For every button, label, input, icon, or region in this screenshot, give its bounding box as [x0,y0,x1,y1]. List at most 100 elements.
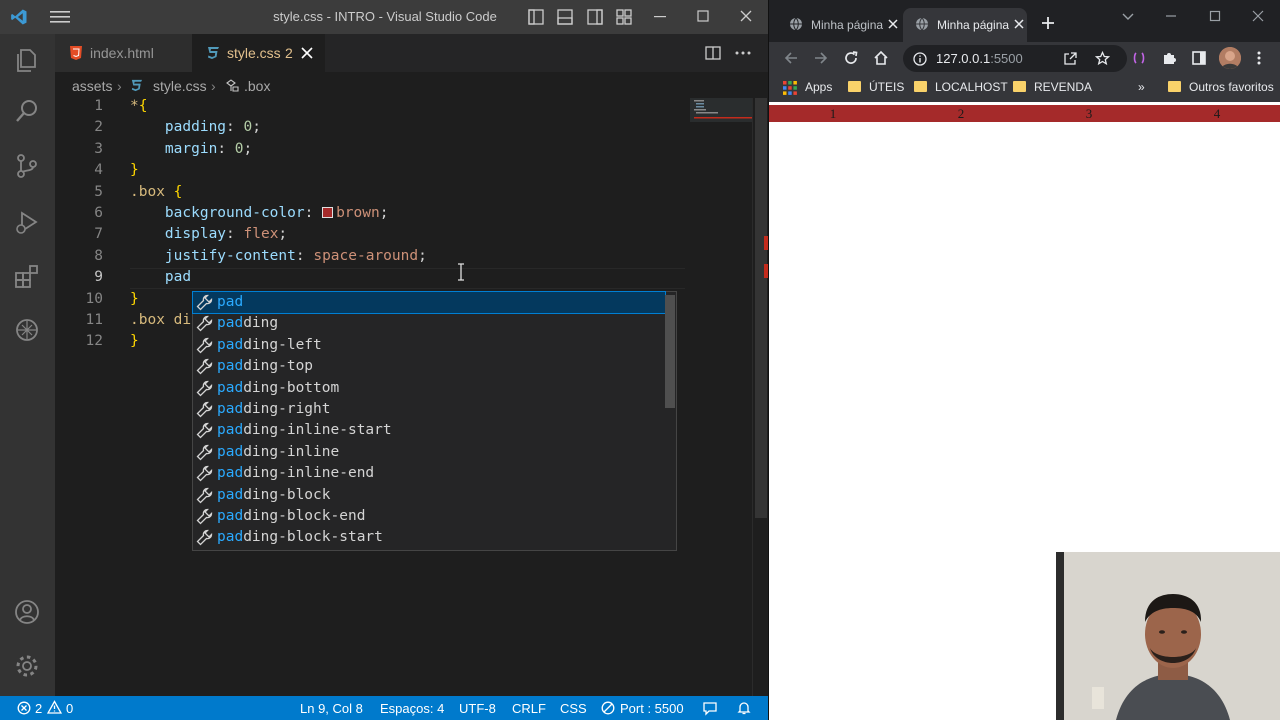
suggestion-item[interactable]: padding-block [193,485,665,506]
feedback-icon[interactable] [702,700,718,716]
chatgpt-icon[interactable] [13,316,41,344]
color-swatch[interactable] [322,207,334,218]
close-tab-icon[interactable] [887,18,899,30]
close-window-icon[interactable] [1251,9,1265,23]
settings-gear-icon[interactable] [13,652,41,680]
suggestion-item[interactable]: padding [193,313,665,334]
suggestion-item[interactable]: padding-inline-end [193,463,665,484]
browser-tab-title: Minha página [811,18,883,32]
toggle-sidebar-icon[interactable] [528,9,544,25]
bookmark-star-icon[interactable] [1095,51,1110,66]
code-line: } [130,162,139,179]
breadcrumb-folder[interactable]: assets [72,78,112,94]
browser-tab[interactable]: Minha página [777,8,899,42]
editor-tabs: index.html style.css 2 [55,34,768,72]
apps-grid-icon [783,81,797,95]
kebab-menu-icon[interactable] [1251,50,1267,66]
suggestion-item[interactable]: padding-left [193,335,665,356]
profile-avatar[interactable] [1219,47,1241,69]
suggestion-item[interactable]: padding-inline [193,442,665,463]
box-item: 1 [829,106,837,121]
browser-tab-active[interactable]: Minha página [903,8,1027,42]
reload-icon[interactable] [843,50,859,66]
warning-count[interactable]: 0 [66,701,73,716]
minimize-icon[interactable] [1164,9,1178,23]
close-tab-icon[interactable] [300,46,314,60]
folder-icon [848,81,861,92]
minimize-icon[interactable] [652,8,668,24]
suggest-scrollbar-thumb[interactable] [665,295,675,408]
bookmark-apps[interactable]: Apps [805,80,832,94]
search-icon[interactable] [13,97,41,125]
menu-icon[interactable] [50,11,70,23]
indentation[interactable]: Espaços: 4 [380,701,444,716]
tab-search-chevron-icon[interactable] [1121,9,1135,23]
notifications-bell-icon[interactable] [736,700,752,716]
scrollbar-thumb[interactable] [755,98,767,518]
breadcrumb-separator: › [211,78,216,94]
suggestion-item[interactable]: padding-block-start [193,527,665,548]
line-ending[interactable]: CRLF [512,701,546,716]
explorer-icon[interactable] [13,46,41,74]
bookmark-folder-outros[interactable]: Outros favoritos [1168,80,1274,94]
maximize-icon[interactable] [695,8,711,24]
split-editor-icon[interactable] [705,45,721,61]
breadcrumb-file[interactable]: style.css [153,78,207,94]
address-bar[interactable]: 127.0.0.1:5500 [903,45,1127,72]
forward-arrow-icon[interactable] [813,50,829,66]
close-tab-icon[interactable] [1013,18,1025,30]
live-server-port[interactable]: Port : 5500 [620,701,684,716]
bookmark-folder-revenda[interactable]: REVENDA [1013,80,1092,94]
minimap[interactable] [690,98,752,696]
extensions-puzzle-icon[interactable] [1161,50,1177,66]
site-info-icon[interactable] [913,52,927,66]
suggestion-item[interactable]: padding-top [193,356,665,377]
cursor-position[interactable]: Ln 9, Col 8 [300,701,363,716]
new-tab-plus-icon[interactable] [1041,16,1055,30]
css3-icon [131,79,143,92]
suggestion-item[interactable]: padding-block-end [193,506,665,527]
back-arrow-icon[interactable] [783,50,799,66]
account-icon[interactable] [13,598,41,626]
maximize-icon[interactable] [1208,9,1222,23]
source-control-icon[interactable] [13,152,41,180]
share-icon[interactable] [1063,51,1078,66]
warning-icon[interactable] [47,700,62,714]
breadcrumb-symbol[interactable]: .box [244,78,270,94]
run-debug-icon[interactable] [13,208,41,236]
more-actions-icon[interactable] [735,50,751,56]
language-mode[interactable]: CSS [560,701,587,716]
bookmark-folder-localhost[interactable]: LOCALHOST [914,80,1008,94]
toggle-secondary-sidebar-icon[interactable] [587,9,603,25]
line-number: 10 [85,290,103,307]
bookmark-folder-uteis[interactable]: ÚTEIS [848,80,904,94]
code-line: justify-content: space-around; [164,247,427,264]
side-panel-icon[interactable] [1191,50,1207,66]
tab-index-html[interactable]: index.html [55,34,192,72]
extension-brackets-icon[interactable] [1131,50,1147,66]
folder-icon [1168,81,1181,92]
error-count[interactable]: 2 [35,701,42,716]
error-icon[interactable] [17,701,31,715]
close-window-icon[interactable] [738,8,754,24]
encoding[interactable]: UTF-8 [459,701,496,716]
bookmarks-overflow[interactable]: » [1138,80,1145,94]
suggestion-item[interactable]: pad [192,290,666,315]
wrench-icon [196,401,213,418]
browser-tab-title: Minha página [937,18,1009,32]
live-server-icon[interactable] [601,701,615,715]
vertical-scrollbar[interactable] [752,98,769,696]
extensions-icon[interactable] [13,262,41,290]
toggle-panel-icon[interactable] [557,9,573,25]
code-line: margin: 0; [164,140,253,157]
title-bar: style.css - INTRO - Visual Studio Code [0,0,768,34]
breadcrumb: assets › style.css › .box [55,72,768,98]
autocomplete-widget[interactable]: pad padding padding-left padding-top pad… [192,290,677,551]
suggestion-item[interactable]: padding-right [193,399,665,420]
home-icon[interactable] [873,50,889,66]
tab-style-css[interactable]: style.css 2 [192,34,325,72]
suggestion-item[interactable]: padding-bottom [193,378,665,399]
customize-layout-icon[interactable] [616,9,632,25]
text-cursor-icon [458,263,464,281]
suggestion-item[interactable]: padding-inline-start [193,420,665,441]
